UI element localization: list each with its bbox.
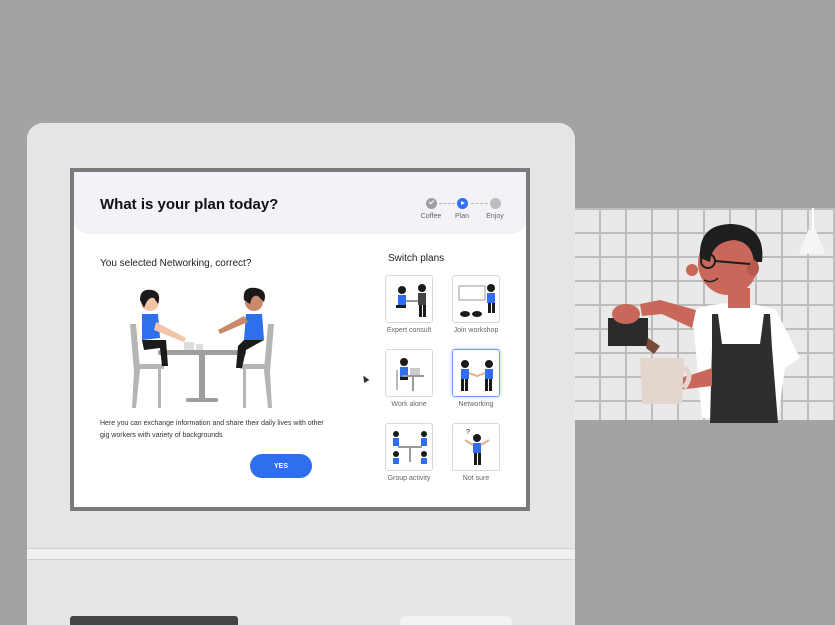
plan-join-workshop[interactable]: Join workshop <box>449 275 503 334</box>
plan-description: Here you can exchange information and sh… <box>100 420 324 439</box>
plan-not-sure[interactable]: ? Not sure <box>449 423 503 482</box>
kiosk-ledge <box>27 548 575 560</box>
plan-networking[interactable]: Networking <box>449 349 503 408</box>
screen-content: What is your plan today? Coffee Plan Enj… <box>74 172 526 507</box>
group-activity-icon <box>385 423 433 471</box>
selection-question: You selected Networking, correct? <box>100 258 252 269</box>
join-workshop-icon <box>452 275 500 323</box>
step-label: Enjoy <box>486 213 504 220</box>
plan-label: Not sure <box>462 475 490 482</box>
expert-consult-icon <box>385 275 433 323</box>
yes-button[interactable]: YES <box>250 454 312 478</box>
receipt-slot <box>400 616 512 625</box>
plan-label: Join workshop <box>453 327 499 334</box>
step-label: Coffee <box>420 213 442 220</box>
step-label: Plan <box>454 213 469 220</box>
header: What is your plan today? Coffee Plan Enj… <box>74 172 526 234</box>
plan-label: Networking <box>458 401 494 408</box>
plan-label: Expert consult <box>386 327 432 334</box>
card-slot <box>70 616 238 625</box>
play-icon <box>456 198 468 209</box>
dot-icon <box>489 198 501 209</box>
work-alone-icon <box>385 349 433 397</box>
barista-illustration <box>608 224 800 423</box>
plan-group-activity[interactable]: Group activity <box>382 423 436 482</box>
step-enjoy: Enjoy <box>475 198 515 220</box>
kiosk-screen: What is your plan today? Coffee Plan Enj… <box>70 168 530 511</box>
page-title: What is your plan today? <box>100 196 279 213</box>
check-icon <box>425 198 437 209</box>
plan-label: Work alone <box>391 401 427 408</box>
plan-label: Group activity <box>387 475 431 482</box>
networking-illustration <box>130 287 274 408</box>
plan-expert-consult[interactable]: Expert consult <box>382 275 436 334</box>
not-sure-icon: ? <box>452 423 500 471</box>
mouse-cursor-icon <box>360 373 370 384</box>
networking-icon <box>452 349 500 397</box>
switch-plans-title: Switch plans <box>388 253 445 264</box>
svg-text:?: ? <box>466 429 470 436</box>
plan-work-alone[interactable]: Work alone <box>382 349 436 408</box>
